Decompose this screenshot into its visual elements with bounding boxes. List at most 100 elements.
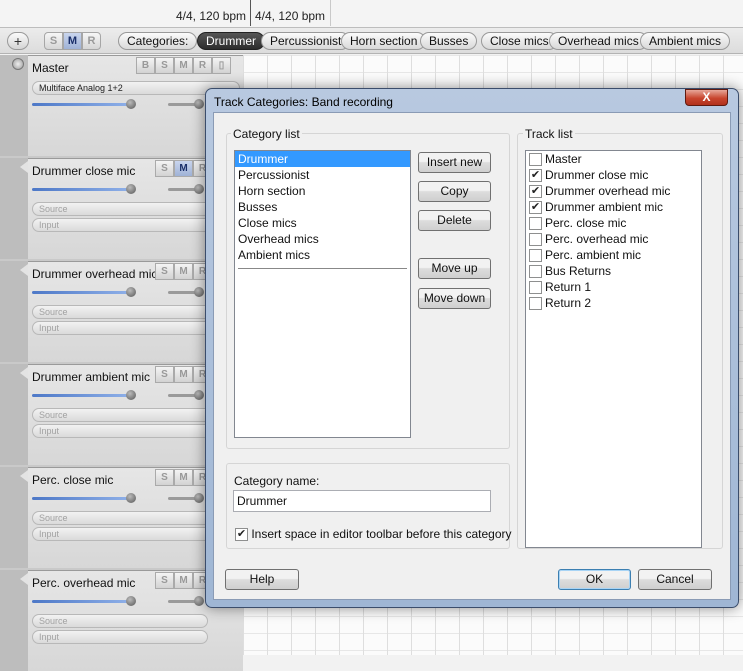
ok-button[interactable]: OK (558, 569, 631, 590)
global-solo-button[interactable]: S (44, 32, 63, 50)
category-list-item[interactable]: Overhead mics (235, 231, 410, 247)
master-knob-icon[interactable] (12, 58, 24, 70)
category-listbox[interactable]: Drummer Percussionist Horn section Busse… (234, 150, 411, 438)
global-mute-button[interactable]: M (63, 32, 82, 50)
category-list-item[interactable]: Drummer (235, 151, 410, 167)
dialog-client-area: Category list Drummer Percussionist Horn… (213, 112, 731, 600)
track-record-button[interactable]: R (193, 57, 212, 74)
copy-button[interactable]: Copy (418, 181, 491, 202)
category-tab-overhead-mics[interactable]: Overhead mics (549, 32, 648, 50)
pan-knob[interactable] (194, 99, 204, 109)
track-solo-button[interactable]: S (155, 469, 174, 486)
track-notch (20, 573, 28, 585)
category-list-item[interactable]: Horn section (235, 183, 410, 199)
track-solo-button[interactable]: S (155, 366, 174, 383)
volume-slider[interactable] (32, 291, 130, 294)
track-mute-button[interactable]: M (174, 263, 193, 280)
help-button[interactable]: Help (225, 569, 299, 590)
track-check-item[interactable]: Return 1 (526, 279, 701, 295)
track-source-select[interactable]: Source (32, 614, 208, 628)
track-check-item[interactable]: Master (526, 151, 701, 167)
categories-menu-button[interactable]: Categories: (118, 32, 198, 50)
category-tab-drummer[interactable]: Drummer (197, 32, 265, 50)
category-list-item[interactable]: Busses (235, 199, 410, 215)
track-solo-button[interactable]: S (155, 263, 174, 280)
track-check-label: Return 2 (545, 296, 592, 310)
category-list-item[interactable]: Close mics (235, 215, 410, 231)
track-checkbox[interactable] (529, 217, 542, 231)
volume-slider[interactable] (32, 188, 130, 191)
category-name-input[interactable]: Drummer (233, 490, 491, 512)
pan-knob[interactable] (194, 596, 204, 606)
pan-knob[interactable] (194, 287, 204, 297)
volume-knob[interactable] (126, 596, 136, 606)
move-down-button[interactable]: Move down (418, 288, 491, 309)
track-check-item[interactable]: Perc. ambient mic (526, 247, 701, 263)
volume-slider[interactable] (32, 497, 130, 500)
track-notch (20, 470, 28, 482)
track-checkbox[interactable] (529, 233, 542, 247)
track-check-item[interactable]: Bus Returns (526, 263, 701, 279)
track-checkbox[interactable]: ✔ (529, 201, 542, 215)
track-mute-button[interactable]: M (174, 57, 193, 74)
track-checklist[interactable]: Master ✔ Drummer close mic ✔ Drummer overh… (525, 150, 702, 548)
category-tab-percussionist[interactable]: Percussionist (261, 32, 351, 50)
volume-knob[interactable] (126, 184, 136, 194)
track-check-item[interactable]: Perc. close mic (526, 215, 701, 231)
track-checkbox[interactable] (529, 281, 542, 295)
insert-space-checkbox[interactable]: ✔ (235, 528, 248, 542)
tempo-label-left: 4/4, 120 bpm (176, 9, 247, 23)
category-list-item[interactable]: Percussionist (235, 167, 410, 183)
track-window-icon[interactable]: ▯ (212, 57, 231, 74)
track-check-label: Drummer overhead mic (545, 184, 671, 198)
delete-button[interactable]: Delete (418, 210, 491, 231)
volume-slider[interactable] (32, 103, 130, 106)
track-checkbox[interactable]: ✔ (529, 169, 542, 183)
track-buttons: S M R (155, 366, 212, 383)
category-tab-ambient-mics[interactable]: Ambient mics (640, 32, 731, 50)
track-solo-button[interactable]: S (155, 572, 174, 589)
volume-knob[interactable] (126, 390, 136, 400)
track-check-label: Master (545, 152, 582, 166)
move-up-button[interactable]: Move up (418, 258, 491, 279)
insert-space-option[interactable]: ✔ Insert space in editor toolbar before … (235, 527, 512, 542)
category-tab-busses[interactable]: Busses (420, 32, 478, 50)
track-solo-button[interactable]: S (155, 57, 174, 74)
volume-slider[interactable] (32, 394, 130, 397)
track-check-item[interactable]: Perc. overhead mic (526, 231, 701, 247)
global-record-button[interactable]: R (82, 32, 101, 50)
track-checkbox[interactable] (529, 265, 542, 279)
track-mute-button[interactable]: M (174, 366, 193, 383)
cancel-button[interactable]: Cancel (638, 569, 712, 590)
pan-knob[interactable] (194, 493, 204, 503)
add-track-button[interactable]: + (7, 32, 29, 50)
category-tab-close-mics[interactable]: Close mics (481, 32, 558, 50)
track-check-item[interactable]: ✔ Drummer close mic (526, 167, 701, 183)
track-check-item[interactable]: ✔ Drummer overhead mic (526, 183, 701, 199)
timeline-ruler[interactable]: 4/4, 120 bpm 4/4, 120 bpm (0, 0, 743, 28)
track-checkbox[interactable]: ✔ (529, 185, 542, 199)
track-mute-button[interactable]: M (174, 469, 193, 486)
track-mute-button[interactable]: M (174, 572, 193, 589)
track-checkbox[interactable] (529, 297, 542, 311)
track-check-item[interactable]: Return 2 (526, 295, 701, 311)
track-checkbox[interactable] (529, 153, 542, 167)
pan-knob[interactable] (194, 390, 204, 400)
track-side-strip (0, 55, 28, 156)
track-check-item[interactable]: ✔ Drummer ambient mic (526, 199, 701, 215)
volume-slider[interactable] (32, 600, 130, 603)
pan-knob[interactable] (194, 184, 204, 194)
dialog-close-button[interactable]: X (685, 89, 728, 106)
track-input-select[interactable]: Input (32, 630, 208, 644)
track-mute-button[interactable]: M (174, 160, 193, 177)
volume-knob[interactable] (126, 99, 136, 109)
track-side-strip (0, 467, 28, 568)
category-list-item[interactable]: Ambient mics (235, 247, 410, 263)
track-solo-button[interactable]: S (155, 160, 174, 177)
volume-knob[interactable] (126, 493, 136, 503)
category-tab-horn-section[interactable]: Horn section (341, 32, 427, 50)
track-bounce-button[interactable]: B (136, 57, 155, 74)
track-checkbox[interactable] (529, 249, 542, 263)
volume-knob[interactable] (126, 287, 136, 297)
insert-new-button[interactable]: Insert new (418, 152, 491, 173)
